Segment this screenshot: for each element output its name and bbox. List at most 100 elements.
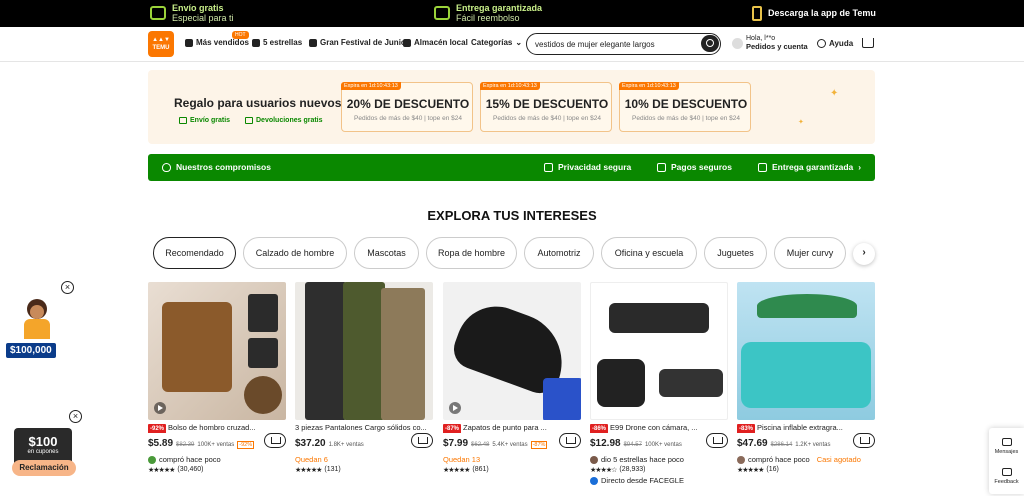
guaranteed-sub: Fácil reembolso <box>456 13 520 23</box>
star-icon <box>252 38 260 47</box>
truck-icon <box>179 117 187 124</box>
coupon-expiry: Expira en 1d:10:43:13 <box>341 82 401 90</box>
product-image[interactable] <box>295 282 433 420</box>
sleeve-shape <box>543 378 581 420</box>
product-image[interactable] <box>590 282 728 420</box>
feedback-label: Feedback <box>994 479 1019 485</box>
nav-label: Categorías <box>471 38 513 47</box>
play-icon[interactable] <box>449 402 461 414</box>
rating-row: ★★★★★ (16) <box>737 466 875 474</box>
message-icon <box>1001 438 1012 446</box>
search-button[interactable] <box>701 35 719 52</box>
add-to-cart-button[interactable] <box>853 433 875 448</box>
help-link[interactable]: Ayuda <box>817 39 853 48</box>
product-card[interactable]: -83% Piscina inflable extragra... $47.69 … <box>737 282 875 474</box>
coupon-condition: Pedidos de más de $40 | tope en $24 <box>354 115 462 122</box>
product-card[interactable]: -86% E99 Drone con cámara, ... $12.98 $94… <box>590 282 728 485</box>
account-menu[interactable]: Hola, l**o Pedidos y cuenta <box>732 35 808 52</box>
feature-label: Envío gratis <box>190 117 231 124</box>
new-user-promo[interactable]: Regalo para usuarios nuevos Envío gratis… <box>148 70 875 144</box>
chip-category[interactable]: Oficina y escuela <box>601 237 697 269</box>
messages-button[interactable]: Mensajes <box>989 438 1024 455</box>
thumbs-up-icon <box>185 38 193 47</box>
chip-category[interactable]: Calzado de hombre <box>243 237 347 269</box>
coupon-sub: en cupones <box>27 449 59 455</box>
nav-categories[interactable]: Categorías ⌄ <box>471 38 522 47</box>
pool-shape <box>741 342 871 408</box>
shirt-shape <box>24 319 50 339</box>
product-title-row: 3 piezas Pantalones Cargo sólidos co... <box>295 423 433 433</box>
cart-icon[interactable] <box>862 38 874 48</box>
chip-category[interactable]: Mujer curvy <box>774 237 846 269</box>
product-price: $37.20 <box>295 438 326 449</box>
claim-button[interactable]: Reclamación <box>12 460 76 476</box>
truck-icon <box>758 162 767 172</box>
coupon-card[interactable]: Expira en 1d:10:43:13 10% DE DESCUENTO P… <box>619 82 751 132</box>
coupon-discount: 15% DE DESCUENTO <box>485 97 609 111</box>
download-app-link[interactable]: Descarga la app de Temu <box>752 3 876 23</box>
product-card[interactable]: -87% Zapatos de punto para ... $7.99 $62.… <box>443 282 581 474</box>
chevron-right-icon[interactable]: › <box>853 243 875 265</box>
coupon-expiry: Expira en 1d:10:43:13 <box>480 82 540 90</box>
commitments-bar[interactable]: Nuestros compromisos Privacidad segura P… <box>148 154 875 181</box>
nav-june-festival[interactable]: Gran Festival de Junio <box>309 38 406 47</box>
chip-category[interactable]: Ropa de hombre <box>426 237 517 269</box>
product-title: Zapatos de punto para ... <box>463 423 547 432</box>
section-title: EXPLORA TUS INTERESES <box>427 208 597 223</box>
temu-logo[interactable]: ▲▲▼ TEMU <box>148 31 174 57</box>
search-bar <box>526 33 721 55</box>
return-icon <box>245 117 253 124</box>
play-icon[interactable] <box>154 402 166 414</box>
product-image[interactable] <box>148 282 286 420</box>
chip-category[interactable]: Juguetes <box>704 237 767 269</box>
shield-icon <box>162 162 171 172</box>
chip-category[interactable]: Mascotas <box>354 237 419 269</box>
bag-shape <box>162 302 232 392</box>
close-icon[interactable]: × <box>69 410 82 423</box>
help-icon <box>817 39 826 48</box>
old-price: $62.48 <box>471 442 490 448</box>
add-to-cart-button[interactable] <box>264 433 286 448</box>
cash-amount: $100,000 <box>6 343 56 358</box>
feedback-button[interactable]: Feedback <box>989 468 1024 485</box>
commit-label: Entrega garantizada <box>772 162 854 172</box>
star-rating: ★★★★★ <box>295 467 322 474</box>
free-shipping-banner[interactable]: Envío gratis Especial para ti <box>150 3 234 23</box>
price-row: $37.20 1.8K+ ventas <box>295 433 433 452</box>
coupon-condition: Pedidos de más de $40 | tope en $24 <box>493 115 601 122</box>
review-count: (28,933) <box>619 466 646 473</box>
product-image[interactable] <box>737 282 875 420</box>
coupon-card[interactable]: Expira en 1d:10:43:13 15% DE DESCUENTO P… <box>480 82 612 132</box>
product-title: Bolso de hombro cruzad... <box>168 423 256 432</box>
add-to-cart-button[interactable] <box>559 433 581 448</box>
discount-badge: -87% <box>443 424 462 433</box>
coupon-card[interactable]: Expira en 1d:10:43:13 20% DE DESCUENTO P… <box>341 82 473 132</box>
product-price: $12.98 <box>590 438 621 449</box>
price-row: $47.69 $286.14 1.2K+ ventas <box>737 433 875 452</box>
avatar <box>737 455 745 464</box>
add-to-cart-button[interactable] <box>411 433 433 448</box>
chip-category[interactable]: Automotriz <box>524 237 594 269</box>
nav-best-sellers[interactable]: Más vendidos <box>185 38 249 47</box>
chevron-down-icon: ⌄ <box>515 38 523 47</box>
stock-left: Quedan 13 <box>443 455 481 464</box>
nav-five-stars[interactable]: 5 estrellas <box>252 38 302 47</box>
product-card[interactable]: 3 piezas Pantalones Cargo sólidos co... … <box>295 282 433 474</box>
commit-label: Pagos seguros <box>671 162 732 172</box>
product-title: Piscina inflable extragra... <box>757 423 843 432</box>
commitments-title: Nuestros compromisos <box>162 162 271 172</box>
nav-local-warehouse[interactable]: Almacén local <box>403 38 468 47</box>
product-image[interactable] <box>443 282 581 420</box>
product-card[interactable]: -92% Bolso de hombro cruzad... $5.89 $82.… <box>148 282 286 474</box>
guaranteed-delivery-banner[interactable]: Entrega garantizada Fácil reembolso <box>434 3 542 23</box>
chip-recommended[interactable]: Recomendado <box>153 237 236 269</box>
commit-label: Nuestros compromisos <box>176 162 271 172</box>
drone-shape <box>659 369 723 397</box>
search-input[interactable] <box>535 38 695 50</box>
rating-row: ★★★★☆ (28,933) <box>590 466 728 474</box>
add-to-cart-button[interactable] <box>706 433 728 448</box>
side-panel: Mensajes Feedback <box>989 428 1024 494</box>
cash-reward-widget[interactable]: $100,000 <box>6 293 76 363</box>
controller-shape <box>597 359 645 407</box>
direct-seller[interactable]: Directo desde FACEGLE <box>590 476 728 485</box>
